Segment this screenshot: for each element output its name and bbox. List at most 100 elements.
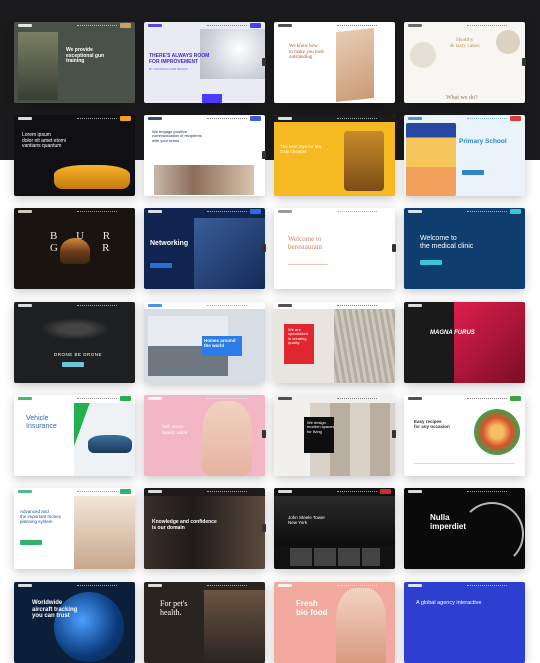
card-nav — [274, 115, 395, 122]
card-nav — [14, 208, 135, 215]
card-nav — [14, 395, 135, 402]
card-cta[interactable] — [62, 362, 84, 367]
card-nav — [404, 115, 525, 122]
card-nav — [14, 22, 135, 29]
card-nav — [144, 395, 265, 402]
card-headline: Healthy & tasty cakes — [450, 37, 480, 50]
card-cta[interactable] — [150, 263, 172, 268]
carousel-arrow-icon[interactable] — [392, 244, 396, 252]
card-biofood[interactable]: Fresh bio food — [274, 582, 395, 663]
dog-image — [204, 590, 265, 663]
card-nav — [404, 582, 525, 589]
building-image — [334, 309, 395, 383]
card-nav — [404, 488, 525, 495]
card-headline: Lorem ipsum dolor nit amet etomi vantian… — [22, 132, 66, 149]
people-image — [154, 165, 254, 195]
carousel-arrow-icon[interactable] — [522, 58, 526, 66]
card-headline: DRONE BE DRONE — [54, 352, 103, 357]
card-headline: The best toys for MIL Only cheaper — [280, 144, 323, 154]
card-networking[interactable]: Networking — [144, 208, 265, 289]
player-image — [454, 302, 525, 383]
gallery-strip — [290, 548, 380, 566]
card-architecture[interactable]: We are specialized in creating quality — [274, 302, 395, 383]
card-sport[interactable]: MAGNA FURUS — [404, 302, 525, 383]
car-image — [88, 435, 132, 453]
drone-image — [40, 318, 110, 340]
book-image — [336, 28, 374, 102]
card-restaurant[interactable]: Welcome to berestaurant — [274, 208, 395, 289]
card-nav — [144, 582, 265, 589]
cake-image-left — [410, 42, 436, 68]
card-clinic[interactable]: Welcome to the medical clinic — [404, 208, 525, 289]
carousel-arrow-icon[interactable] — [392, 430, 396, 438]
card-nav — [274, 208, 395, 215]
card-headline: Worldwide aircraft tracking you can trus… — [32, 600, 78, 620]
burger-image — [60, 238, 90, 264]
card-nav — [144, 22, 265, 29]
card-nav — [404, 395, 525, 402]
card-finance[interactable]: Advanced and the important money plannin… — [14, 488, 135, 569]
card-burger[interactable]: B U R G E R — [14, 208, 135, 289]
student-image — [406, 123, 456, 196]
card-headline: Welcome to the medical clinic — [420, 235, 474, 250]
card-headline: MAGNA FURUS — [430, 330, 475, 336]
card-headline: Primary School — [459, 138, 507, 145]
card-nav — [274, 488, 395, 495]
light-ring-image — [460, 502, 524, 566]
card-school[interactable]: Primary School — [404, 115, 525, 196]
template-grid: We provide exceptional gun training THER… — [0, 0, 540, 663]
card-interior[interactable]: We design modern spaces for living — [274, 395, 395, 476]
carousel-arrow-icon[interactable] — [262, 58, 266, 66]
card-headline: We know how to make you look outstanding — [289, 44, 324, 60]
cake-image-right — [496, 30, 520, 54]
card-pets[interactable]: For pet's health. — [144, 582, 265, 663]
carousel-arrow-icon[interactable] — [262, 430, 266, 438]
card-headline: Homes around the world — [204, 338, 236, 348]
card-agency[interactable]: A global agency interactive — [404, 582, 525, 663]
card-cta[interactable] — [20, 540, 42, 545]
card-homes[interactable]: Homes around the world — [144, 302, 265, 383]
card-footer-heading: What we do? — [446, 95, 478, 101]
model-image — [202, 401, 252, 476]
toy-robot-image — [344, 131, 384, 191]
card-headline: Soft serum beauty salon — [162, 425, 188, 436]
card-headline: Nulla imperdiet — [430, 513, 467, 531]
hand-image — [200, 29, 265, 79]
card-recipes[interactable]: Easy recipes for any occasion — [404, 395, 525, 476]
card-car[interactable]: Lorem ipsum dolor nit amet etomi vantian… — [14, 115, 135, 196]
card-dark-hero[interactable]: John Steele Tower New York — [274, 488, 395, 569]
card-book[interactable]: We know how to make you look outstanding — [274, 22, 395, 103]
card-nav — [274, 582, 395, 589]
card-improvement[interactable]: THERE'S ALWAYS ROOM FOR IMPROVEMENT BY G… — [144, 22, 265, 103]
card-aircraft[interactable]: Worldwide aircraft tracking you can trus… — [14, 582, 135, 663]
card-cakes[interactable]: Healthy & tasty cakes What we do? — [404, 22, 525, 103]
card-headline: For pet's health. — [160, 599, 188, 617]
card-subtext: BY GROWING OUR BRAND — [149, 67, 188, 71]
card-nav — [14, 582, 135, 589]
card-beauty[interactable]: Soft serum beauty salon — [144, 395, 265, 476]
card-community[interactable]: We engage positive communication of reci… — [144, 115, 265, 196]
card-toy[interactable]: The best toys for MIL Only cheaper — [274, 115, 395, 196]
carousel-arrow-icon[interactable] — [262, 524, 266, 532]
carousel-arrow-icon[interactable] — [262, 244, 266, 252]
woman-image — [336, 588, 386, 663]
carousel-arrow-icon[interactable] — [262, 151, 266, 159]
card-headline: THERE'S ALWAYS ROOM FOR IMPROVEMENT — [149, 53, 210, 65]
card-nav — [14, 115, 135, 122]
card-cta[interactable] — [420, 260, 442, 265]
card-nav — [404, 208, 525, 215]
card-headline: Fresh bio food — [296, 599, 328, 617]
card-nav — [14, 302, 135, 309]
card-insurance[interactable]: Vehicle Insurance — [14, 395, 135, 476]
card-nulla[interactable]: Nulla imperdiet — [404, 488, 525, 569]
team-image — [144, 496, 265, 569]
card-drone[interactable]: DRONE BE DRONE — [14, 302, 135, 383]
card-nav — [144, 302, 265, 309]
sports-car-image — [54, 165, 130, 189]
card-knowledge[interactable]: Knowledge and confidence is our domain — [144, 488, 265, 569]
card-cta[interactable] — [462, 170, 484, 175]
soldier-image — [18, 32, 58, 100]
card-nav — [144, 115, 265, 122]
food-plate-image — [474, 409, 520, 455]
card-military[interactable]: We provide exceptional gun training — [14, 22, 135, 103]
